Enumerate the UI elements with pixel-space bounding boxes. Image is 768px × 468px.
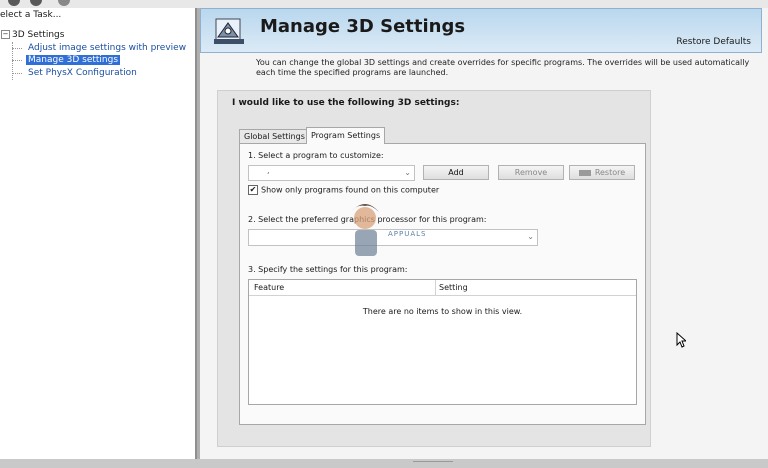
select-program-label: 1. Select a program to customize: bbox=[248, 151, 384, 160]
mouse-cursor-icon bbox=[676, 332, 686, 348]
tree-item-physx-configuration[interactable]: Set PhysX Configuration bbox=[26, 68, 139, 78]
page-title: Manage 3D Settings bbox=[260, 16, 466, 37]
chevron-down-icon: ⌄ bbox=[527, 232, 534, 241]
page-banner: Manage 3D Settings Restore Defaults bbox=[200, 8, 762, 53]
cut-off-section bbox=[413, 461, 453, 468]
specify-settings-label: 3. Specify the settings for this program… bbox=[248, 265, 408, 274]
page-description: You can change the global 3D settings an… bbox=[256, 58, 750, 77]
home-icon[interactable] bbox=[58, 0, 70, 6]
column-header-setting[interactable]: Setting bbox=[439, 283, 468, 292]
back-icon[interactable] bbox=[8, 0, 20, 6]
restore-defaults-link[interactable]: Restore Defaults bbox=[676, 37, 751, 47]
table-header: Feature Setting bbox=[249, 280, 636, 296]
tab-program-settings[interactable]: Program Settings bbox=[306, 127, 386, 144]
tree-root-label: 3D Settings bbox=[12, 30, 65, 40]
watermark-logo bbox=[351, 204, 379, 256]
settings-table: Feature Setting There are no items to sh… bbox=[248, 279, 637, 405]
column-header-feature[interactable]: Feature bbox=[254, 283, 284, 292]
restore-icon bbox=[578, 169, 591, 176]
empty-table-message: There are no items to show in this view. bbox=[362, 307, 523, 316]
tree-connector bbox=[12, 73, 22, 74]
add-button[interactable]: Add bbox=[423, 165, 489, 180]
3d-settings-icon bbox=[214, 18, 244, 44]
program-select[interactable]: , ⌄ bbox=[248, 165, 415, 181]
tree-connector bbox=[12, 48, 22, 49]
show-only-checkbox[interactable]: ✔ bbox=[248, 185, 258, 195]
tree-root-3d-settings[interactable]: −3D Settings bbox=[1, 30, 64, 40]
settings-group: I would like to use the following 3D set… bbox=[217, 90, 651, 447]
program-settings-panel: 1. Select a program to customize: , ⌄ Ad… bbox=[239, 143, 646, 425]
chevron-down-icon: ⌄ bbox=[404, 168, 411, 177]
tab-global-settings[interactable]: Global Settings bbox=[239, 129, 310, 143]
remove-button[interactable]: Remove bbox=[498, 165, 564, 180]
task-pane-header: elect a Task... bbox=[0, 10, 62, 20]
settings-heading: I would like to use the following 3D set… bbox=[232, 98, 460, 108]
restore-button-label: Restore bbox=[594, 168, 626, 177]
tree-item-adjust-image-settings[interactable]: Adjust image settings with preview bbox=[26, 43, 188, 53]
column-divider[interactable] bbox=[435, 280, 436, 295]
restore-button[interactable]: Restore bbox=[569, 165, 635, 180]
program-select-value: , bbox=[267, 166, 270, 175]
tree-item-manage-3d-settings[interactable]: Manage 3D settings bbox=[26, 55, 121, 65]
tree-connector bbox=[12, 60, 22, 61]
watermark-text: APPUALS bbox=[388, 230, 427, 238]
task-pane: elect a Task... −3D Settings Adjust imag… bbox=[0, 8, 197, 459]
collapse-icon[interactable]: − bbox=[1, 30, 10, 39]
forward-icon[interactable] bbox=[30, 0, 42, 6]
content-pane: Manage 3D Settings Restore Defaults You … bbox=[197, 8, 768, 462]
